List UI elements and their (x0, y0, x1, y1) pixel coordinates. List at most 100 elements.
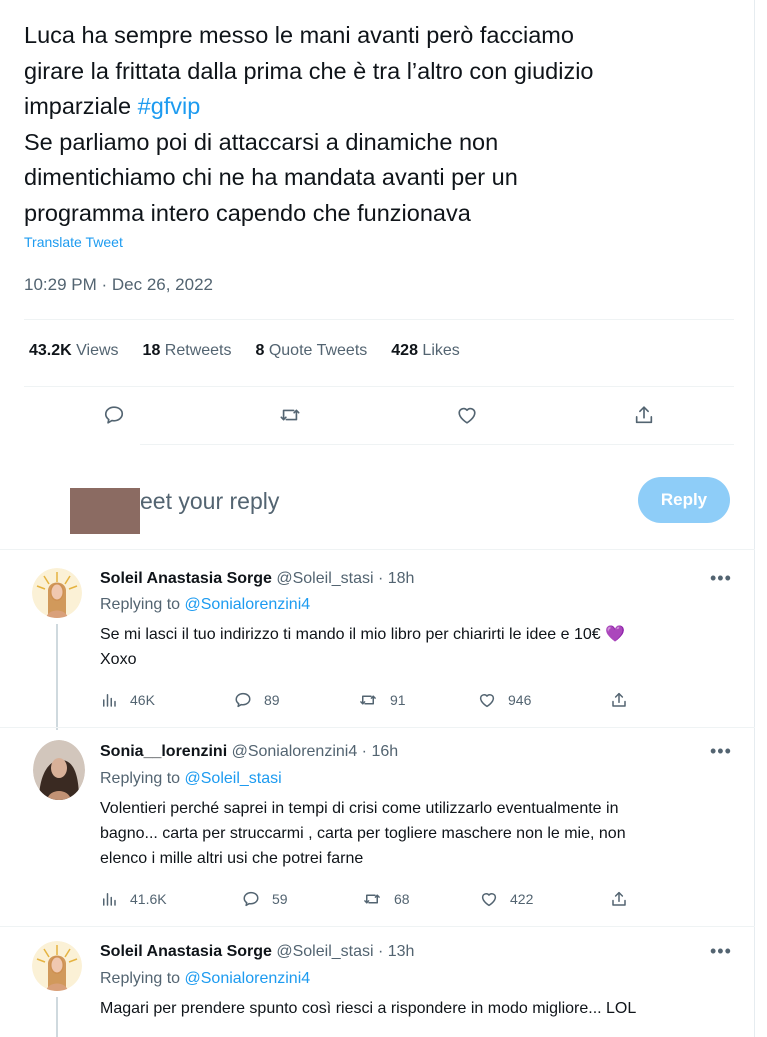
tweet-text-line: girare la frittata dalla prima che è tra… (24, 57, 594, 84)
likes-count: 428 (391, 342, 418, 359)
reply-tweet[interactable]: Sonia__lorenzini @Sonialorenzini4 · 16h … (0, 728, 755, 928)
thread-line (56, 997, 58, 1037)
like-count: 946 (508, 692, 532, 708)
reply-body: Volentieri perché saprei in tempi di cri… (100, 796, 740, 871)
translate-tweet-link[interactable]: Translate Tweet (24, 234, 123, 250)
reply-submit-button[interactable]: Reply (638, 477, 730, 523)
tweet-detail-view: Luca ha sempre messo le mani avanti però… (0, 0, 755, 1037)
reply-actions: 41.6K 59 68 422 (100, 888, 640, 910)
display-name[interactable]: Sonia__lorenzini (100, 743, 227, 760)
redacted-avatar (70, 488, 140, 534)
avatar-image (32, 941, 82, 991)
retweet-count: 68 (394, 891, 410, 907)
tweet-text-line: dimentichiamo chi ne ha mandata avanti p… (24, 164, 518, 190)
tweet-actions (0, 401, 755, 431)
reply-count: 89 (264, 692, 280, 708)
views-button[interactable]: 46K (100, 689, 155, 711)
like-button[interactable] (453, 401, 481, 429)
avatar-image (33, 740, 85, 800)
share-button[interactable] (610, 888, 628, 910)
reply-body-line: bagno... carta per struccarmi , carta pe… (100, 825, 626, 842)
display-name[interactable]: Soleil Anastasia Sorge (100, 570, 272, 587)
avatar[interactable] (33, 740, 85, 800)
share-icon (612, 692, 626, 707)
handle-and-time[interactable]: @Soleil_stasi · 18h (272, 570, 414, 587)
reply-tweet[interactable]: Soleil Anastasia Sorge @Soleil_stasi · 1… (0, 550, 755, 730)
tweet-text-segment: imparziale (24, 93, 138, 119)
views-count: 43.2K (29, 342, 72, 359)
mention-link[interactable]: @Sonialorenzini4 (185, 970, 311, 987)
replying-to-label: Replying to (100, 596, 185, 613)
handle-and-time[interactable]: @Sonialorenzini4 · 16h (227, 743, 399, 760)
replying-to: Replying to @Soleil_stasi (100, 770, 282, 788)
like-icon (479, 694, 495, 708)
more-options-icon[interactable]: ••• (710, 941, 732, 962)
tweet-stats: 43.2K Views 18 Retweets 8 Quote Tweets 4… (29, 342, 484, 360)
replying-to: Replying to @Sonialorenzini4 (100, 970, 310, 988)
retweet-count: 91 (390, 692, 406, 708)
like-button[interactable]: 946 (478, 689, 531, 711)
reply-body: Magari per prendere spunto così riesci a… (100, 996, 740, 1021)
mention-link[interactable]: @Soleil_stasi (185, 770, 282, 787)
reply-input[interactable]: eet your reply (140, 488, 279, 515)
retweet-button[interactable] (276, 401, 304, 429)
retweets-stat[interactable]: 18 Retweets (143, 342, 232, 360)
likes-stat[interactable]: 428 Likes (391, 342, 460, 360)
reply-header: Sonia__lorenzini @Sonialorenzini4 · 16h (100, 743, 398, 761)
avatar[interactable] (32, 568, 82, 618)
more-options-icon[interactable]: ••• (710, 568, 732, 589)
like-button[interactable]: 422 (480, 888, 533, 910)
like-icon (481, 893, 497, 907)
tweet-text-line: imparziale #gfvip (24, 89, 744, 125)
retweets-count: 18 (142, 342, 161, 359)
retweet-icon (364, 894, 380, 904)
divider (24, 386, 734, 387)
reply-composer: eet your reply Reply (0, 470, 755, 540)
reply-button[interactable]: 59 (242, 888, 288, 910)
views-icon (103, 893, 116, 906)
views-button[interactable]: 41.6K (100, 888, 167, 910)
likes-label: Likes (417, 342, 460, 359)
views-count: 41.6K (130, 891, 167, 907)
quote-tweets-label: Quote Tweets (264, 342, 368, 359)
mention-link[interactable]: @Sonialorenzini4 (185, 596, 311, 613)
retweet-button[interactable]: 68 (362, 888, 410, 910)
tweet-text: Luca ha sempre messo le mani avanti però… (24, 18, 744, 231)
retweet-icon (280, 409, 300, 421)
reply-body: Se mi lasci il tuo indirizzo ti mando il… (100, 622, 740, 672)
reply-icon (104, 406, 124, 424)
share-button[interactable] (610, 689, 628, 711)
share-icon (635, 406, 653, 424)
more-options-icon[interactable]: ••• (710, 741, 732, 762)
retweet-button[interactable]: 91 (358, 689, 406, 711)
tweet-timestamp[interactable]: 10:29 PM · Dec 26, 2022 (24, 275, 213, 295)
handle-and-time[interactable]: @Soleil_stasi · 13h (272, 943, 414, 960)
reply-icon (243, 891, 259, 907)
views-stat[interactable]: 43.2K Views (29, 342, 119, 360)
quote-tweets-stat[interactable]: 8 Quote Tweets (255, 342, 367, 360)
retweets-label: Retweets (160, 342, 232, 359)
tweet-text-line: Luca ha sempre messo le mani avanti però… (24, 22, 574, 48)
reply-body-line: Volentieri perché saprei in tempi di cri… (100, 800, 619, 817)
tweet-text-line: programma intero capendo che funzionava (24, 199, 471, 226)
like-count: 422 (510, 891, 534, 907)
reply-header: Soleil Anastasia Sorge @Soleil_stasi · 1… (100, 570, 414, 588)
replying-to-label: Replying to (100, 770, 185, 787)
replying-to: Replying to @Sonialorenzini4 (100, 596, 310, 614)
share-icon (612, 891, 626, 906)
views-icon (103, 694, 116, 707)
reply-actions: 46K 89 91 946 (100, 689, 640, 711)
reply-button[interactable] (100, 401, 128, 429)
hashtag-link[interactable]: #gfvip (138, 93, 201, 119)
divider (140, 444, 734, 445)
views-label: Views (71, 342, 119, 359)
avatar[interactable] (32, 941, 82, 991)
retweet-icon (360, 695, 376, 705)
reply-tweet[interactable]: Soleil Anastasia Sorge @Soleil_stasi · 1… (0, 927, 755, 1037)
reply-header: Soleil Anastasia Sorge @Soleil_stasi · 1… (100, 943, 414, 961)
display-name[interactable]: Soleil Anastasia Sorge (100, 943, 272, 960)
share-button[interactable] (630, 401, 658, 429)
reply-body-line: Magari per prendere spunto così riesci a… (100, 1000, 637, 1017)
reply-count: 59 (272, 891, 288, 907)
reply-button[interactable]: 89 (234, 689, 280, 711)
